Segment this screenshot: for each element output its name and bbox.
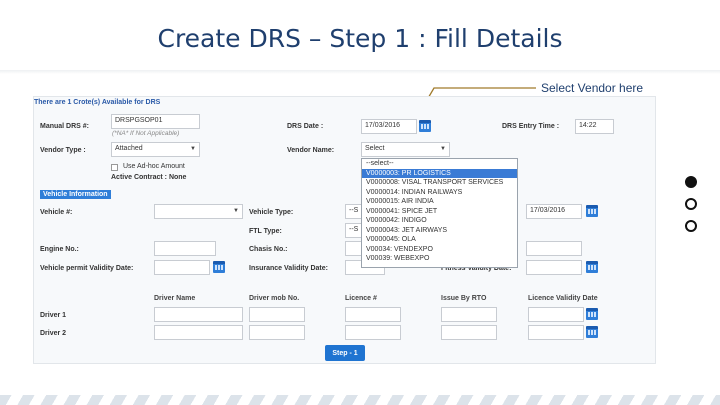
insurance-validity-label: Insurance Validity Date: <box>249 265 328 272</box>
driver-1-mobile-input[interactable] <box>249 307 305 322</box>
vehicle-type-label: Vehicle Type: <box>249 209 294 216</box>
vendor-name-select[interactable]: Select ▼ <box>361 142 450 157</box>
engine-no-input[interactable] <box>154 241 216 256</box>
slide-title: Create DRS – Step 1 : Fill Details <box>157 24 563 53</box>
driver-2-validity-input[interactable] <box>528 325 584 340</box>
callout-label: Select Vendor here <box>541 81 644 95</box>
driver-2-label: Driver 2 <box>40 330 67 337</box>
vendor-option[interactable]: V0000008: VISAL TRANSPORT SERVICES <box>362 178 517 188</box>
fitness-validity-input[interactable] <box>526 260 582 275</box>
drs-date-input[interactable]: 17/03/2016 <box>361 119 417 134</box>
driver-1-licence-input[interactable] <box>345 307 401 322</box>
manual-drs-input[interactable]: DRSPGSOP01 <box>111 114 200 129</box>
driver-header-licence: Licence # <box>345 295 377 302</box>
drs-date-label: DRS Date : <box>287 123 324 130</box>
calendar-icon[interactable] <box>586 308 598 320</box>
step-1-button[interactable]: Step - 1 <box>325 345 365 361</box>
vendor-option-selected[interactable]: V0000003: PR LOGISTICS <box>362 168 517 178</box>
vendor-option[interactable]: --select-- <box>362 159 517 169</box>
manual-drs-label: Manual DRS #: <box>40 123 90 130</box>
vendor-option[interactable]: V0000015: AIR INDIA <box>362 197 517 207</box>
vendor-name-label: Vendor Name: <box>287 147 335 154</box>
vehicle-information-header: Vehicle Information <box>40 190 111 199</box>
vehicle-no-label: Vehicle #: <box>40 209 73 216</box>
driver-1-label: Driver 1 <box>40 312 67 319</box>
chasis-right-input[interactable] <box>526 241 582 256</box>
chevron-down-icon: ▼ <box>190 146 196 152</box>
calendar-icon[interactable] <box>586 205 598 217</box>
pagination-dot <box>685 198 697 210</box>
driver-2-licence-input[interactable] <box>345 325 401 340</box>
driver-2-name-input[interactable] <box>154 325 243 340</box>
vendor-name-value: Select <box>365 145 385 152</box>
calendar-icon[interactable] <box>213 261 225 273</box>
app-screenshot-panel: There are 1 Crote(s) Available for DRS M… <box>33 96 656 364</box>
permit-validity-input[interactable] <box>154 260 210 275</box>
vendor-type-value: Attached <box>115 145 143 152</box>
driver-1-name-input[interactable] <box>154 307 243 322</box>
permit-validity-label: Vehicle permit Validity Date: <box>40 265 134 272</box>
manual-drs-hint: (*NA* If Not Applicable) <box>112 130 180 137</box>
vendor-option[interactable]: V0000042: INDIGO <box>362 216 517 226</box>
vendor-option[interactable]: V0000014: INDIAN RAILWAYS <box>362 188 517 198</box>
driver-header-validity: Licence Validity Date <box>528 295 598 302</box>
vehicle-no-select[interactable]: ▼ <box>154 204 243 219</box>
vendor-option[interactable]: V00039: WEBEXPO <box>362 254 517 264</box>
vendor-type-label: Vendor Type : <box>40 147 86 154</box>
slide-pagination <box>685 176 699 242</box>
driver-1-validity-input[interactable] <box>528 307 584 322</box>
vendor-dropdown-list[interactable]: --select-- V0000003: PR LOGISTICS V00000… <box>361 158 518 268</box>
driver-header-name: Driver Name <box>154 295 196 302</box>
driver-2-rto-input[interactable] <box>441 325 497 340</box>
chevron-down-icon: ▼ <box>233 208 239 214</box>
driver-1-rto-input[interactable] <box>441 307 497 322</box>
calendar-icon[interactable] <box>419 120 431 132</box>
driver-header-rto: Issue By RTO <box>441 295 487 302</box>
vendor-type-select[interactable]: Attached ▼ <box>111 142 200 157</box>
calendar-icon[interactable] <box>586 326 598 338</box>
driver-header-mobile: Driver mob No. <box>249 295 300 302</box>
pagination-dot <box>685 220 697 232</box>
chasis-no-label: Chasis No.: <box>249 246 288 253</box>
pagination-dot-active <box>685 176 697 188</box>
title-divider <box>0 70 720 74</box>
vendor-option[interactable]: V0000041: SPICE JET <box>362 207 517 217</box>
vendor-option[interactable]: V0000043: JET AIRWAYS <box>362 226 517 236</box>
adhoc-amount-label: Use Ad-hoc Amount <box>123 163 185 170</box>
driver-2-mobile-input[interactable] <box>249 325 305 340</box>
ftl-type-label: FTL Type: <box>249 228 282 235</box>
engine-no-label: Engine No.: <box>40 246 79 253</box>
vehicle-date-input[interactable]: 17/03/2016 <box>526 204 582 219</box>
active-contract-label: Active Contract : None <box>111 174 187 181</box>
vendor-option[interactable]: V0000045: OLA <box>362 235 517 245</box>
drs-entry-time-label: DRS Entry Time : <box>502 123 560 130</box>
crote-notice: There are 1 Crote(s) Available for DRS <box>34 99 161 106</box>
drs-entry-time-input[interactable]: 14:22 <box>575 119 614 134</box>
chevron-down-icon: ▼ <box>440 146 446 152</box>
footer-stripes <box>0 395 720 405</box>
vendor-option[interactable]: V00034: VENDEXPO <box>362 245 517 255</box>
calendar-icon[interactable] <box>586 261 598 273</box>
adhoc-amount-checkbox[interactable] <box>111 164 118 171</box>
